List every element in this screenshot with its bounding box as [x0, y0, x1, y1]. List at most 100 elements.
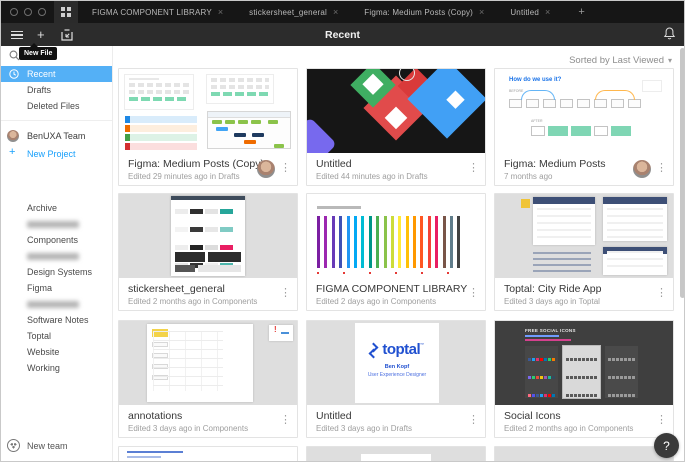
- file-card-untitled-2[interactable]: toptal ™ Ben Kopf User Experience Design…: [306, 320, 486, 438]
- file-card-figma-medium-posts[interactable]: How do we use it? BEFORE AFTER Figma: Me…: [494, 68, 674, 186]
- sidebar-item-redacted[interactable]: [1, 248, 112, 264]
- card-menu-icon[interactable]: ⋮: [468, 413, 479, 426]
- sidebar-item-archive[interactable]: Archive: [1, 200, 112, 216]
- file-thumbnail: How do we use it? BEFORE AFTER: [495, 69, 673, 153]
- file-card-toptal-city-ride-app[interactable]: Toptal: City Ride App Edited 3 days ago …: [494, 193, 674, 311]
- sidebar-item-toptal[interactable]: Toptal: [1, 328, 112, 344]
- new-tab-button[interactable]: +: [578, 6, 584, 18]
- file-card-partial[interactable]: [118, 446, 298, 461]
- import-icon: [60, 28, 73, 41]
- file-card-figma-medium-posts-copy[interactable]: Figma: Medium Posts (Copy) Edited 29 min…: [118, 68, 298, 186]
- sidebar-item-recent[interactable]: Recent: [1, 66, 112, 82]
- card-menu-icon[interactable]: ⋮: [468, 286, 479, 299]
- tab-close-icon[interactable]: ×: [218, 7, 223, 17]
- team-avatar: [7, 130, 19, 142]
- notifications-button[interactable]: [663, 26, 676, 41]
- window-close-button[interactable]: [10, 8, 18, 16]
- sort-label: Sorted by Last Viewed: [569, 55, 664, 66]
- file-thumbnail: [119, 194, 297, 278]
- new-project-button[interactable]: + New Project: [1, 145, 112, 163]
- sidebar-item-components[interactable]: Components: [1, 232, 112, 248]
- gantt-table: [207, 111, 291, 149]
- redacted-label: [27, 252, 79, 260]
- sidebar-item-working[interactable]: Working: [1, 360, 112, 376]
- file-card-stickersheet-general[interactable]: stickersheet_general Edited 2 months ago…: [118, 193, 298, 311]
- sidebar-team[interactable]: BenUXA Team: [1, 127, 112, 145]
- file-card-partial[interactable]: [494, 446, 674, 461]
- sidebar-nav: Recent Drafts Deleted Files BenUXA Team …: [1, 66, 112, 163]
- file-thumbnail: [307, 194, 485, 278]
- toolbar: + Recent: [1, 23, 684, 46]
- sort-dropdown[interactable]: Sorted by Last Viewed ▾: [569, 55, 672, 66]
- sidebar-item-redacted[interactable]: [1, 216, 112, 232]
- import-file-button[interactable]: [60, 28, 73, 41]
- help-button[interactable]: ?: [654, 433, 679, 458]
- notes-lines: [533, 252, 591, 276]
- sidebar-item-figma[interactable]: Figma: [1, 280, 112, 296]
- card-menu-icon[interactable]: ⋮: [280, 413, 291, 426]
- thumb-heading: How do we use it?: [509, 77, 562, 83]
- color-palette-strips: [317, 216, 477, 272]
- home-button[interactable]: [54, 1, 78, 23]
- file-title: annotations: [128, 410, 183, 422]
- sidebar-item-label: Recent: [27, 69, 56, 79]
- card-menu-icon[interactable]: ⋮: [656, 161, 667, 174]
- sidebar-item-design-systems[interactable]: Design Systems: [1, 264, 112, 280]
- sidebar-item-software-notes[interactable]: Software Notes: [1, 312, 112, 328]
- tab-figma-component-library[interactable]: FIGMA COMPONENT LIBRARY ×: [92, 7, 223, 17]
- card-menu-icon[interactable]: ⋮: [280, 161, 291, 174]
- card-menu-icon[interactable]: ⋮: [468, 161, 479, 174]
- sidebar-item-deleted-files[interactable]: Deleted Files: [1, 98, 112, 114]
- new-file-button[interactable]: +: [37, 27, 45, 42]
- file-thumbnail: [307, 69, 485, 153]
- file-meta: Edited 3 days ago in Components: [128, 424, 249, 433]
- file-title: stickersheet_general: [128, 283, 225, 295]
- bell-icon: [663, 27, 676, 40]
- file-card-untitled-1[interactable]: Untitled Edited 44 minutes ago in Drafts…: [306, 68, 486, 186]
- scrollbar[interactable]: [680, 48, 684, 298]
- after-row: [531, 126, 661, 144]
- sidebar: New File Recent Drafts Deleted Files Ben…: [1, 43, 113, 461]
- tab-figma-medium-posts-copy[interactable]: Figma: Medium Posts (Copy) ×: [364, 7, 484, 17]
- tab-close-icon[interactable]: ×: [479, 7, 484, 17]
- sidebar-item-drafts[interactable]: Drafts: [1, 82, 112, 98]
- sidebar-item-website[interactable]: Website: [1, 344, 112, 360]
- tab-untitled[interactable]: Untitled ×: [510, 7, 550, 17]
- redacted-label: [27, 220, 79, 228]
- window-zoom-button[interactable]: [38, 8, 46, 16]
- tab-close-icon[interactable]: ×: [333, 7, 338, 17]
- file-title: Social Icons: [504, 410, 561, 422]
- tab-label: FIGMA COMPONENT LIBRARY: [92, 7, 212, 17]
- card-menu-icon[interactable]: ⋮: [656, 286, 667, 299]
- tab-label: Figma: Medium Posts (Copy): [364, 7, 474, 17]
- sidebar-item-redacted[interactable]: [1, 296, 112, 312]
- file-title: FIGMA COMPONENT LIBRARY: [316, 283, 468, 295]
- toptal-logo: toptal ™: [370, 341, 424, 358]
- menu-icon[interactable]: [11, 30, 23, 39]
- file-card-social-icons[interactable]: FREE SOCIAL ICONS Social Icons Edited 2 …: [494, 320, 674, 438]
- card-menu-icon[interactable]: ⋮: [656, 413, 667, 426]
- sidebar-item-label: Archive: [27, 203, 58, 213]
- file-title: Untitled: [316, 158, 352, 170]
- new-team-button[interactable]: New team: [1, 437, 112, 455]
- file-meta: Edited 3 days ago in Toptal: [504, 297, 600, 306]
- tab-bar: FIGMA COMPONENT LIBRARY × stickersheet_g…: [1, 1, 684, 23]
- new-file-tooltip: New File: [19, 43, 58, 60]
- file-card-annotations[interactable]: ! annotations Edited 3 days ago in Compo…: [118, 320, 298, 438]
- file-card-partial[interactable]: [306, 446, 486, 461]
- tab-stickersheet-general[interactable]: stickersheet_general ×: [249, 7, 338, 17]
- card-menu-icon[interactable]: ⋮: [280, 286, 291, 299]
- file-meta: Edited 3 days ago in Drafts: [316, 424, 413, 433]
- file-card-figma-component-library[interactable]: FIGMA COMPONENT LIBRARY Edited 2 days ag…: [306, 193, 486, 311]
- file-meta: Edited 2 months ago in Components: [128, 297, 258, 306]
- sidebar-item-label: Deleted Files: [27, 101, 80, 111]
- tab-close-icon[interactable]: ×: [545, 7, 550, 17]
- new-team-label: New team: [27, 441, 68, 451]
- recent-files-panel: Sorted by Last Viewed ▾ Figma: Medium Po…: [113, 46, 684, 461]
- window-controls: [1, 8, 54, 16]
- figma-app-window: FIGMA COMPONENT LIBRARY × stickersheet_g…: [0, 0, 685, 462]
- logo-chip: [521, 199, 530, 208]
- window-minimize-button[interactable]: [24, 8, 32, 16]
- designer-name: Ben Kopf: [384, 364, 410, 370]
- toptal-wordmark: toptal: [382, 341, 421, 358]
